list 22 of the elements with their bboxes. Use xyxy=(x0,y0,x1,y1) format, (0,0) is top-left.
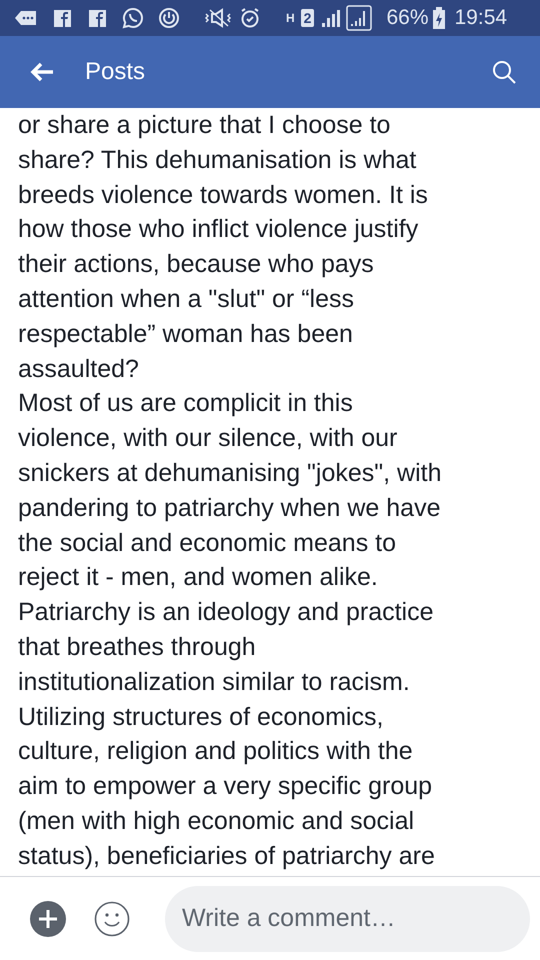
chat-bubble-icon xyxy=(122,7,144,29)
alarm-icon xyxy=(240,7,260,29)
facebook-icon xyxy=(54,10,71,26)
post-paragraph: or share a picture that I choose to share? This dehumanisation is what breeds violence towards women. It is how those who inflict violence justify their actions, because who pays attention when a "slut" or “less respectable” woman has been assaulted? xyxy=(18,110,429,385)
clock: 19:54 xyxy=(454,5,508,32)
signal-icon xyxy=(320,9,340,27)
post-paragraph: Most of us are complicit in this violence, with our silence, with our snickers at dehumanising "jokes", with pandering to patriarchy when we have the social and economic means to reject it - men, and women alike. xyxy=(18,388,442,594)
sim-badge: 2 xyxy=(300,9,314,27)
facebook-icon xyxy=(89,10,106,26)
network-type: H xyxy=(286,12,295,24)
signal-icon xyxy=(346,5,372,31)
comment-field[interactable]: Write a comment… xyxy=(165,886,530,952)
post-paragraph: Patriarchy is an ideology and practice that breathes through institutionalization similar to racism. xyxy=(18,597,435,698)
emoji-icon[interactable] xyxy=(94,900,130,936)
post-paragraph: Utilizing structures of economics, culture, religion and politics with the aim to empower a very specific group (men with high economic and social status), beneficiaries of patriarchy are xyxy=(18,702,436,872)
vibrate-mute-icon xyxy=(204,8,232,28)
notification-icon xyxy=(14,9,38,27)
search-button[interactable] xyxy=(490,58,518,86)
battery-percentage: 66% xyxy=(386,5,428,32)
add-icon[interactable] xyxy=(30,900,66,936)
page-title: Posts xyxy=(85,57,146,87)
battery-charging-icon xyxy=(432,7,444,29)
